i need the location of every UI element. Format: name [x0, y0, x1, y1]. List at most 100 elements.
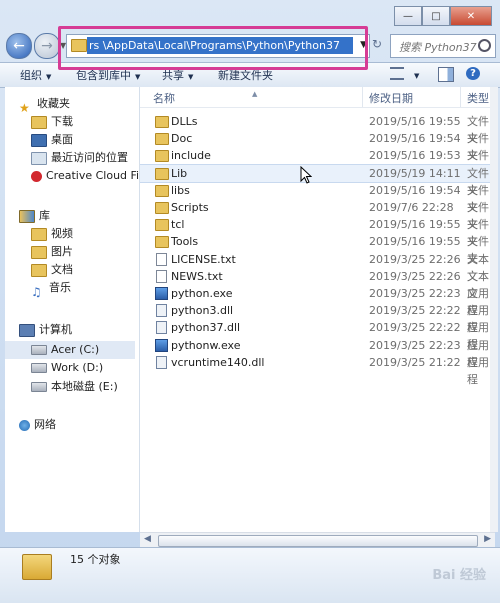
- mouse-cursor-icon: [300, 165, 313, 187]
- library-icon: [19, 209, 35, 223]
- table-row[interactable]: Scripts 2019/7/6 22:28 文件夹: [140, 199, 495, 231]
- organize-menu[interactable]: 组织 ▼: [20, 67, 51, 83]
- address-dropdown-icon[interactable]: ▼: [360, 40, 367, 50]
- scroll-right-icon[interactable]: ▶: [484, 534, 491, 544]
- document-library-icon: [31, 263, 47, 277]
- sidebar-item-drive-d[interactable]: Work (D:): [31, 359, 103, 377]
- scroll-left-icon[interactable]: ◀: [144, 534, 151, 544]
- table-row[interactable]: include2019/5/16 19:53文件夹: [140, 147, 495, 179]
- chevron-down-icon: ▼: [188, 73, 194, 81]
- desktop-icon: [31, 133, 47, 147]
- back-button[interactable]: ←: [6, 33, 32, 59]
- column-date-header[interactable]: 修改日期: [369, 90, 413, 106]
- address-bar[interactable]: rs \AppData\Local\Programs\Python\Python…: [66, 34, 370, 58]
- column-divider[interactable]: [460, 87, 461, 107]
- minimize-button[interactable]: —: [394, 6, 422, 26]
- scroll-thumb[interactable]: [158, 535, 478, 547]
- sidebar-item-label: 下载: [51, 115, 73, 128]
- table-row[interactable]: DLLs 2019/5/16 19:55 文件夹: [140, 113, 495, 145]
- share-menu[interactable]: 共享 ▼: [162, 67, 193, 83]
- sidebar-item-label: Acer (C:): [51, 343, 100, 356]
- folder-icon: [155, 150, 169, 163]
- sidebar-item-recent[interactable]: 最近访问的位置: [31, 149, 128, 167]
- new-folder-button[interactable]: 新建文件夹: [218, 67, 273, 83]
- sidebar-item-desktop[interactable]: 桌面: [31, 131, 73, 149]
- column-name-header[interactable]: 名称: [153, 90, 175, 106]
- table-row[interactable]: NEWS.txt 2019/3/25 22:26 文本文: [140, 268, 495, 300]
- sidebar-item-network[interactable]: 网络: [19, 416, 56, 434]
- horizontal-scrollbar[interactable]: ◀ ▶: [140, 532, 495, 548]
- sidebar-item-music[interactable]: ♫ 音乐: [31, 279, 71, 299]
- file-name: Scripts: [171, 201, 209, 214]
- table-row[interactable]: python.exe 2019/3/25 22:23 应用程: [140, 285, 495, 317]
- chevron-down-icon: ▼: [135, 73, 141, 81]
- table-row[interactable]: Lib 2019/5/19 14:11 文件夹: [140, 163, 495, 197]
- video-library-icon: [31, 227, 47, 241]
- file-name: DLLs: [171, 115, 198, 128]
- sidebar-item-downloads[interactable]: 下载: [31, 113, 73, 131]
- include-in-library-menu[interactable]: 包含到库中 ▼: [76, 67, 140, 83]
- search-input[interactable]: [397, 37, 481, 57]
- table-row[interactable]: tcl 2019/5/16 19:55 文件夹: [140, 216, 495, 248]
- sidebar-item-pictures[interactable]: 图片: [31, 243, 73, 261]
- drive-icon: [31, 363, 47, 373]
- star-icon: ★: [19, 100, 30, 115]
- address-path[interactable]: rs \AppData\Local\Programs\Python\Python…: [87, 37, 353, 54]
- table-row[interactable]: pythonw.exe 2019/3/25 22:23 应用程: [140, 337, 495, 369]
- table-row[interactable]: python37.dll 2019/3/25 22:22 应用程: [140, 319, 495, 351]
- sidebar-item-videos[interactable]: 视频: [31, 225, 73, 243]
- search-box[interactable]: [390, 34, 496, 58]
- window-controls: — □ ✕: [394, 6, 492, 26]
- table-row[interactable]: libs 2019/5/16 19:54 文件夹: [140, 182, 495, 214]
- close-button[interactable]: ✕: [450, 6, 492, 26]
- table-row[interactable]: LICENSE.txt 2019/3/25 22:26 文本文: [140, 251, 495, 283]
- sidebar-item-libraries[interactable]: 库: [19, 207, 50, 225]
- file-name: Doc: [171, 132, 193, 146]
- network-icon: [19, 419, 30, 431]
- file-list-pane: ▲ 名称 修改日期 类型 DLLs 2019/5/16 19:55 文件夹 Doc 20…: [140, 87, 495, 532]
- search-icon[interactable]: [478, 39, 491, 52]
- file-name: include: [171, 149, 211, 163]
- details-pane: 15 个对象 Bai 经验: [0, 547, 500, 603]
- sidebar-item-drive-e[interactable]: 本地磁盘 (E:): [31, 378, 118, 396]
- help-icon[interactable]: ?: [466, 67, 480, 80]
- sidebar-item-favorites[interactable]: ★ 收藏夹: [19, 95, 70, 115]
- recent-places-icon: [31, 151, 47, 165]
- dll-file-icon: [156, 304, 167, 318]
- file-date: 2019/3/25 22:26: [369, 252, 461, 266]
- sidebar-item-label: 库: [39, 209, 50, 222]
- maximize-button[interactable]: □: [422, 6, 450, 26]
- view-options-icon[interactable]: [390, 67, 404, 80]
- exe-file-icon: [155, 287, 168, 300]
- sidebar-item-computer[interactable]: 计算机: [19, 321, 72, 339]
- preview-pane-icon[interactable]: [438, 67, 454, 82]
- sidebar-item-documents[interactable]: 文档: [31, 261, 73, 279]
- table-row[interactable]: Doc 2019/5/16 19:54 文件夹: [140, 130, 495, 162]
- chevron-down-icon: ▼: [46, 73, 52, 81]
- command-bar: 组织 ▼ 包含到库中 ▼ 共享 ▼ 新建文件夹 ▼ ?: [0, 62, 500, 88]
- column-divider[interactable]: [362, 87, 363, 107]
- folder-icon: [155, 236, 169, 249]
- exe-file-icon: [155, 338, 168, 352]
- table-row[interactable]: vcruntime140.dll 2019/3/25 21:22 应用程: [140, 354, 495, 386]
- vertical-scrollbar[interactable]: [490, 87, 498, 532]
- table-row[interactable]: Tools 2019/5/16 19:55 文件夹: [140, 233, 495, 265]
- forward-button[interactable]: →: [34, 33, 60, 59]
- computer-icon: [19, 323, 35, 337]
- share-label: 共享: [162, 69, 184, 82]
- view-dropdown-icon[interactable]: ▼: [410, 68, 419, 81]
- sidebar-item-label: 收藏夹: [37, 97, 70, 110]
- sidebar-item-drive-c[interactable]: Acer (C:): [5, 341, 135, 359]
- sidebar-item-label: 本地磁盘 (E:): [51, 380, 118, 393]
- drive-icon: [31, 382, 47, 392]
- sidebar-item-creative-cloud[interactable]: Creative Cloud File: [31, 167, 149, 185]
- table-row[interactable]: python3.dll 2019/3/25 22:22 应用程: [140, 302, 495, 334]
- file-date: 2019/3/25 22:26: [369, 269, 461, 283]
- folder-icon: [155, 133, 169, 146]
- file-date: 2019/3/25 22:22: [369, 304, 461, 318]
- drive-icon: [31, 345, 47, 355]
- file-name: Lib: [171, 166, 188, 180]
- column-type-header[interactable]: 类型: [467, 90, 489, 106]
- file-date: 2019/5/16 19:55: [369, 218, 461, 232]
- refresh-icon[interactable]: ↻: [372, 37, 382, 51]
